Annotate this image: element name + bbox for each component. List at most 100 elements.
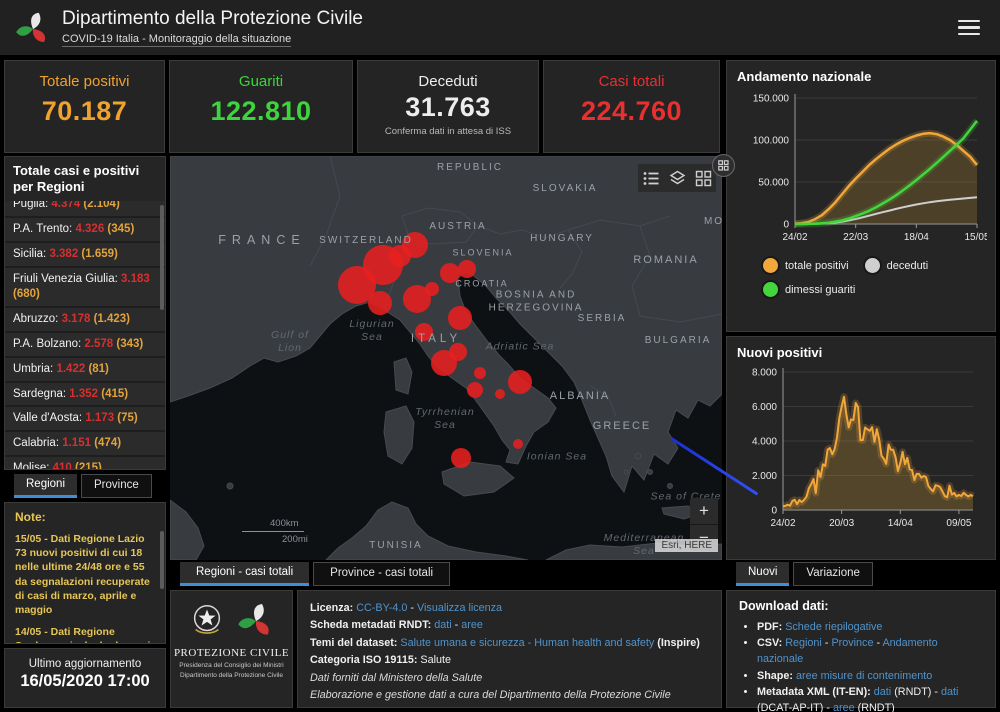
- link[interactable]: dati: [941, 686, 958, 698]
- svg-text:14/04: 14/04: [888, 518, 913, 529]
- text-segment: -: [821, 637, 832, 650]
- region-name: Valle d'Aosta:: [13, 412, 86, 425]
- note-line: 14/05 - Dati Regione Sardegna ricalcolo …: [15, 626, 150, 643]
- link[interactable]: aree: [461, 619, 483, 631]
- regions-scrollbar[interactable]: [160, 205, 164, 310]
- license-line: Dati forniti dal Ministero della Salute: [310, 670, 709, 687]
- region-paren: (343): [116, 337, 144, 350]
- map-tabs: Regioni - casi totali Province - casi to…: [180, 562, 451, 586]
- link[interactable]: CC-BY-4.0: [356, 602, 407, 614]
- tab-province-casi-totali[interactable]: Province - casi totali: [313, 562, 451, 586]
- text-segment: Elaborazione e gestione dati a cura del …: [310, 689, 671, 702]
- legend-label: totale positivi: [785, 259, 849, 272]
- notes-scrollbar[interactable]: [160, 531, 164, 589]
- menu-button[interactable]: [954, 12, 986, 44]
- link[interactable]: Salute umana e sicurezza - Human health …: [400, 637, 654, 649]
- download-item: CSV: Regioni - Province - Andamento nazi…: [757, 635, 983, 667]
- svg-text:15/05: 15/05: [964, 232, 987, 243]
- region-row[interactable]: Molise: 410 (215): [5, 457, 165, 470]
- text-segment: Salute: [420, 654, 452, 667]
- text-segment: (DCAT-AP-IT) -: [757, 701, 833, 712]
- link[interactable]: Schede riepilogative: [785, 621, 882, 633]
- map[interactable]: REPUBLIC SLOVAKIA AUSTRIA FRANCE SWITZERLAND…: [170, 156, 722, 560]
- text-segment: Dati forniti dal Ministero della Salute: [310, 671, 483, 684]
- region-paren: (81): [88, 362, 109, 375]
- region-row[interactable]: Umbria: 1.422 (81): [5, 357, 165, 383]
- legend-dot-icon: [763, 258, 778, 273]
- country-label: BOSNIA AND HERZEGOVINA: [488, 289, 584, 314]
- region-row[interactable]: Abruzzo: 3.178 (1.423): [5, 307, 165, 333]
- country-label: ROMANIA: [633, 254, 699, 267]
- tab-nuovi[interactable]: Nuovi: [736, 562, 790, 586]
- legend-item: dimessi guariti: [763, 282, 855, 297]
- license-line: Elaborazione e gestione dati a cura del …: [310, 687, 709, 704]
- map-toolbar: [638, 164, 716, 192]
- tab-regioni-casi-totali[interactable]: Regioni - casi totali: [180, 562, 310, 586]
- svg-text:4.000: 4.000: [752, 437, 777, 448]
- link[interactable]: dati: [874, 686, 891, 698]
- stat-card-totale-positivi: Totale positivi 70.187: [4, 60, 165, 153]
- region-name: P.A. Trento:: [13, 222, 76, 235]
- download-list: PDF: Schede riepilogativeCSV: Regioni - …: [739, 619, 983, 712]
- region-row[interactable]: P.A. Trento: 4.326 (345): [5, 217, 165, 243]
- logo-title: PROTEZIONE CIVILE: [173, 647, 290, 659]
- new-positives-chart[interactable]: 0 2.000 4.000 6.000 8.000 24/02 20/03 14/04 09/0…: [737, 362, 987, 534]
- basemap-icon[interactable]: [695, 170, 712, 187]
- region-row[interactable]: P.A. Bolzano: 2.578 (343): [5, 332, 165, 358]
- country-label: MO: [703, 215, 722, 227]
- link[interactable]: dati: [434, 619, 451, 631]
- region-row[interactable]: Sicilia: 3.382 (1.659): [5, 242, 165, 268]
- stat-label: Guariti: [238, 73, 284, 90]
- new-positives-panel: Nuovi positivi 0 2.000 4.000 6.000 8.000 24/0…: [726, 336, 996, 560]
- panel-expand-button[interactable]: [712, 154, 735, 177]
- legend-label: deceduti: [886, 259, 929, 272]
- region-name: Sardegna:: [13, 387, 70, 400]
- tab-regioni[interactable]: Regioni: [14, 474, 77, 498]
- protezione-civile-emblem-icon: [237, 604, 269, 635]
- logo-line2: Dipartimento della Protezione Civile: [180, 671, 283, 679]
- text-segment: Categoria ISO 19115:: [310, 654, 421, 667]
- text-segment: (RNDT) -: [891, 685, 941, 698]
- republic-emblem-icon: [193, 604, 220, 634]
- link[interactable]: aree misure di contenimento: [796, 670, 932, 682]
- region-value: 1.352: [69, 387, 102, 400]
- country-label: FRANCE: [218, 233, 306, 248]
- stat-note: Conferma dati in attesa di ISS: [384, 126, 512, 137]
- country-label: HUNGARY: [530, 232, 594, 244]
- country-label: REPUBLIC: [436, 161, 504, 173]
- note-line: 15/05 - Dati Regione Lazio 73 nuovi posi…: [15, 533, 150, 616]
- license-panel: Licenza: CC-BY-4.0 - Visualizza licenza S…: [297, 590, 722, 708]
- country-label: AUSTRIA: [429, 220, 487, 232]
- region-row[interactable]: Sardegna: 1.352 (415): [5, 382, 165, 408]
- country-label: SERBIA: [577, 312, 627, 324]
- stat-label: Deceduti: [418, 73, 478, 90]
- stat-value: 31.763: [405, 92, 491, 122]
- national-trend-title: Andamento nazionale: [737, 69, 872, 84]
- country-label: TUNISIA: [369, 539, 423, 551]
- text-segment: Temi del dataset:: [310, 636, 401, 649]
- notes-body: 15/05 - Dati Regione Lazio 73 nuovi posi…: [15, 532, 155, 643]
- national-trend-chart[interactable]: 0 50.000 100.000 150.000 24/02 22/03 18/04 15/0…: [737, 86, 987, 248]
- link[interactable]: Regioni: [785, 637, 822, 649]
- link[interactable]: aree: [833, 702, 855, 712]
- stat-card-deceduti: Deceduti 31.763 Conferma dati in attesa …: [357, 60, 539, 153]
- layers-icon[interactable]: [669, 170, 686, 187]
- regions-panel-title: Totale casi e positivi per Regioni: [5, 157, 165, 201]
- region-value: 1.151: [62, 437, 95, 450]
- region-row[interactable]: Calabria: 1.151 (474): [5, 432, 165, 458]
- map-attribution: Esri, HERE: [655, 539, 718, 552]
- last-update-label: Ultimo aggiornamento: [28, 658, 142, 670]
- legend-icon[interactable]: [643, 170, 660, 187]
- zoom-in-button[interactable]: +: [690, 498, 718, 525]
- tab-province[interactable]: Province: [81, 474, 152, 498]
- link[interactable]: Province: [831, 637, 873, 649]
- region-value: 410: [52, 462, 76, 470]
- link[interactable]: Visualizza licenza: [417, 602, 502, 614]
- tab-variazione[interactable]: Variazione: [793, 562, 873, 586]
- protezione-civile-logo-icon: [16, 12, 45, 42]
- region-row[interactable]: Valle d'Aosta: 1.173 (75): [5, 407, 165, 433]
- region-value: 1.173: [85, 412, 118, 425]
- svg-text:22/03: 22/03: [843, 232, 868, 243]
- region-row[interactable]: Friuli Venezia Giulia: 3.183 (680): [5, 267, 165, 308]
- map-scale: 400km 200mi: [242, 518, 308, 545]
